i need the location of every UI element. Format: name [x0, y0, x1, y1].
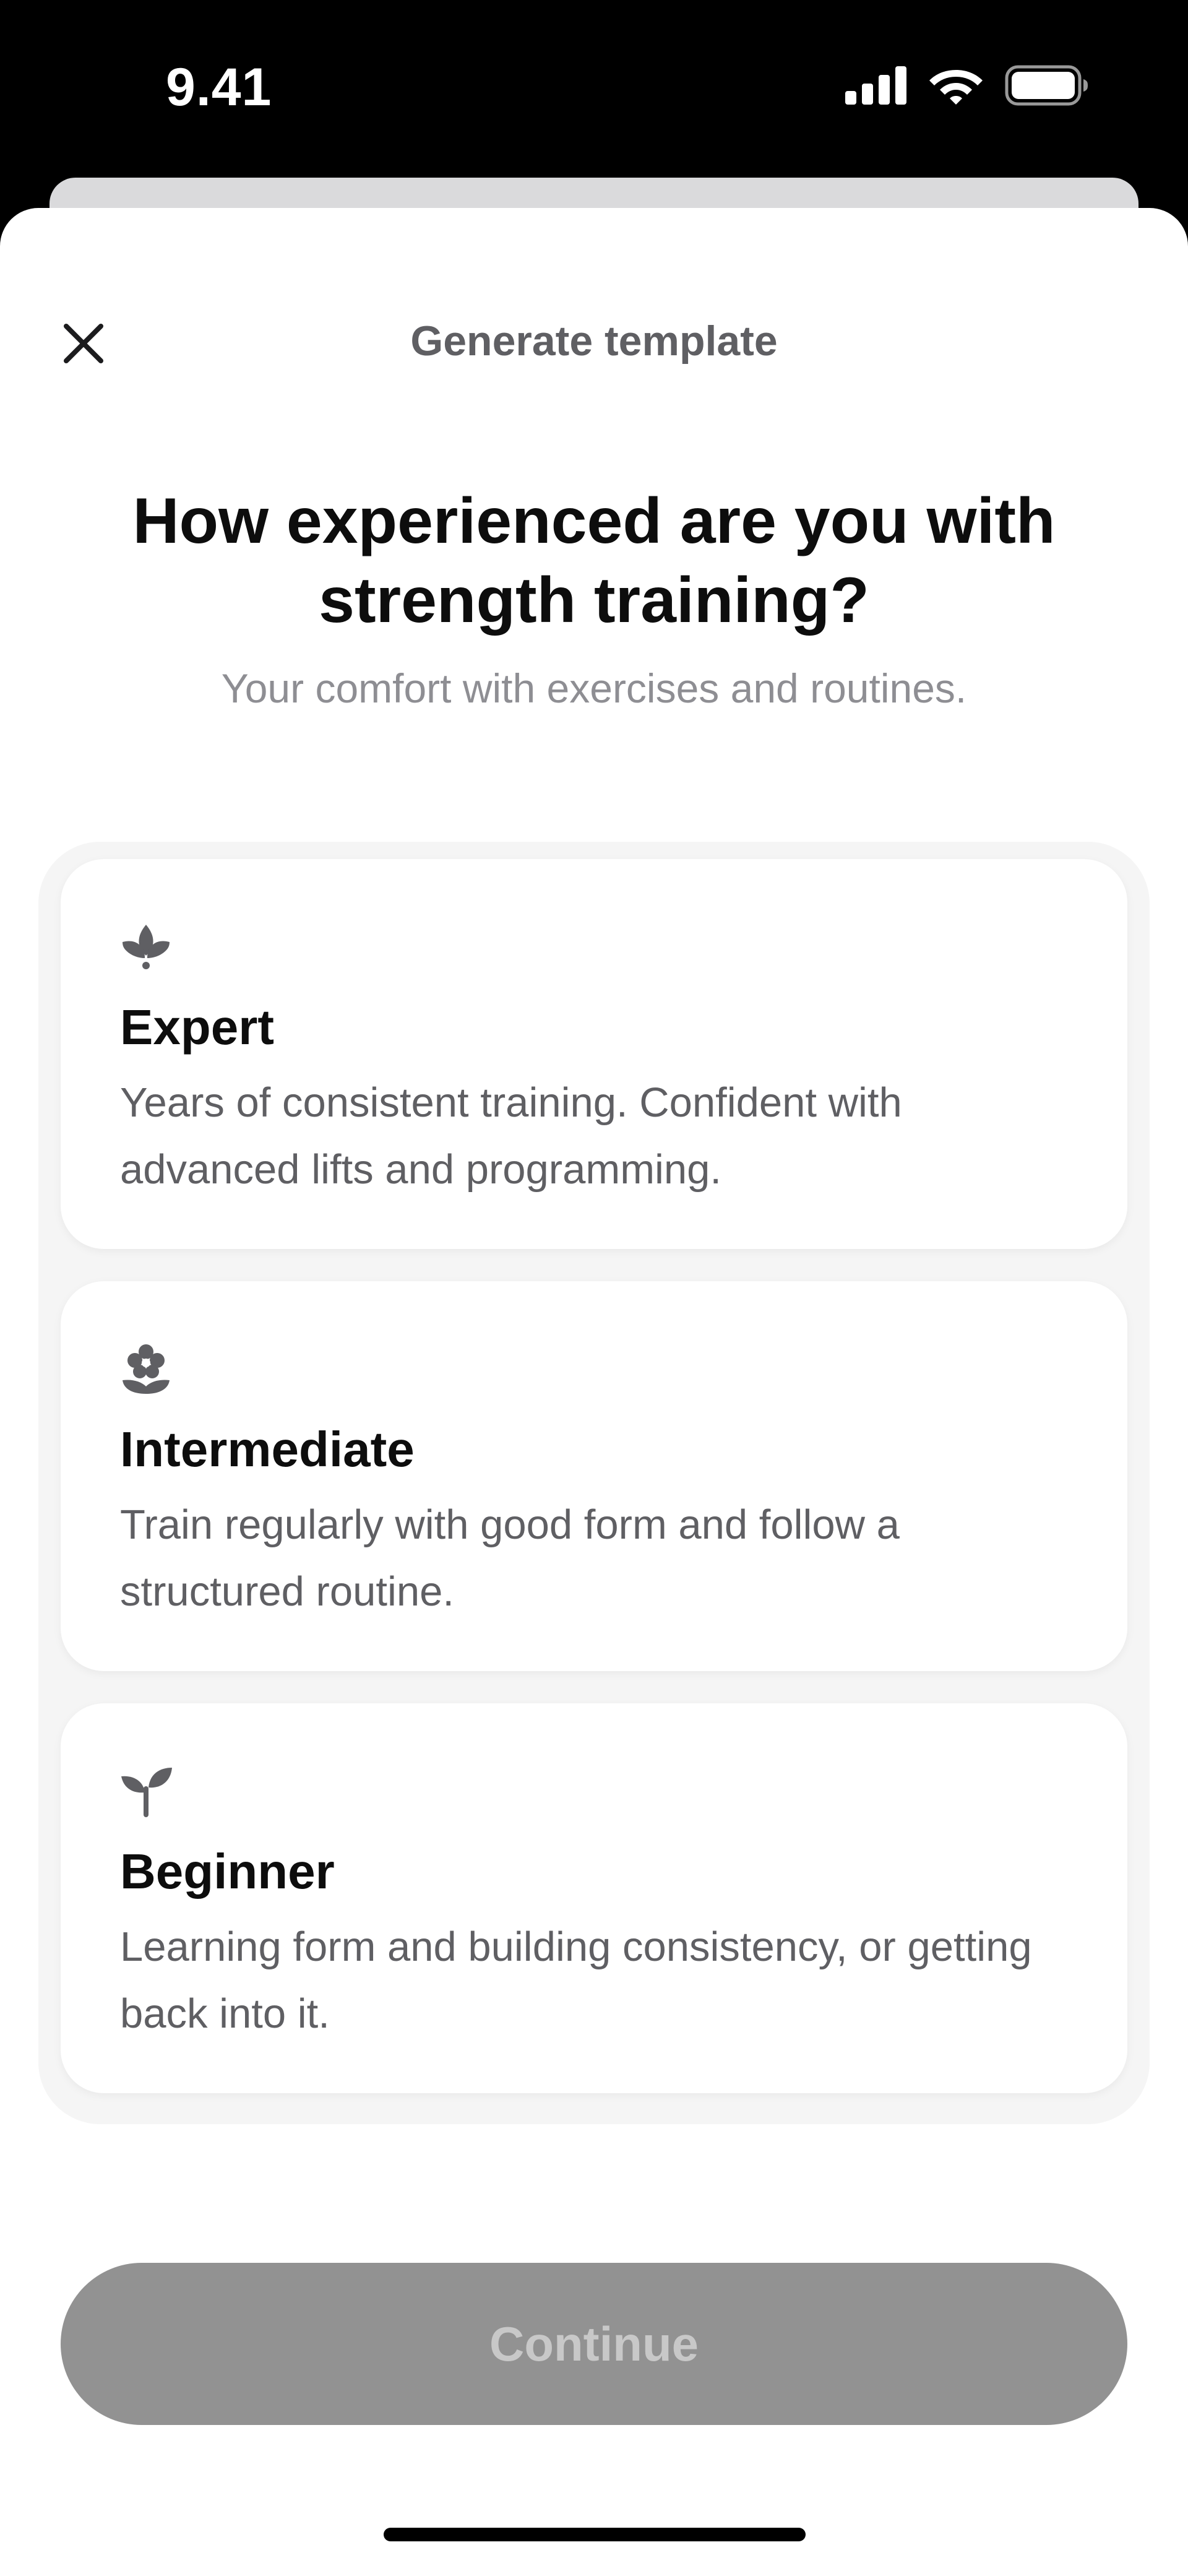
- continue-button[interactable]: Continue: [61, 2263, 1127, 2425]
- cellular-signal-icon: [845, 66, 906, 105]
- option-description: Learning form and building consistency, …: [120, 1924, 1032, 2037]
- option-description: Train regularly with good form and follo…: [120, 1502, 900, 1615]
- flower-icon: [123, 1344, 170, 1394]
- option-beginner[interactable]: Beginner Learning form and building cons…: [61, 1703, 1127, 2093]
- status-bar: 9.41: [0, 0, 1188, 176]
- app-screen: 9.41 Generate template How experienced a…: [0, 0, 1188, 2576]
- status-time: 9.41: [166, 58, 272, 117]
- option-expert[interactable]: Expert Years of consistent training. Con…: [61, 859, 1127, 1249]
- option-title: Beginner: [120, 1844, 335, 1899]
- home-indicator[interactable]: [384, 2528, 806, 2541]
- sprout-icon: [121, 1768, 172, 1817]
- wifi-icon: [929, 70, 983, 105]
- battery-icon: [1005, 65, 1088, 106]
- question-subtitle: Your comfort with exercises and routines…: [221, 665, 967, 711]
- option-title: Expert: [120, 1000, 274, 1055]
- option-title: Intermediate: [120, 1422, 415, 1477]
- lotus-icon: [123, 925, 170, 969]
- status-icons: [845, 65, 1089, 106]
- option-intermediate[interactable]: Intermediate Train regularly with good f…: [61, 1281, 1127, 1671]
- option-description: Years of consistent training. Confident …: [120, 1079, 902, 1193]
- sheet-title: Generate template: [410, 318, 778, 365]
- question-title: How experienced are you with strength tr…: [132, 485, 1056, 636]
